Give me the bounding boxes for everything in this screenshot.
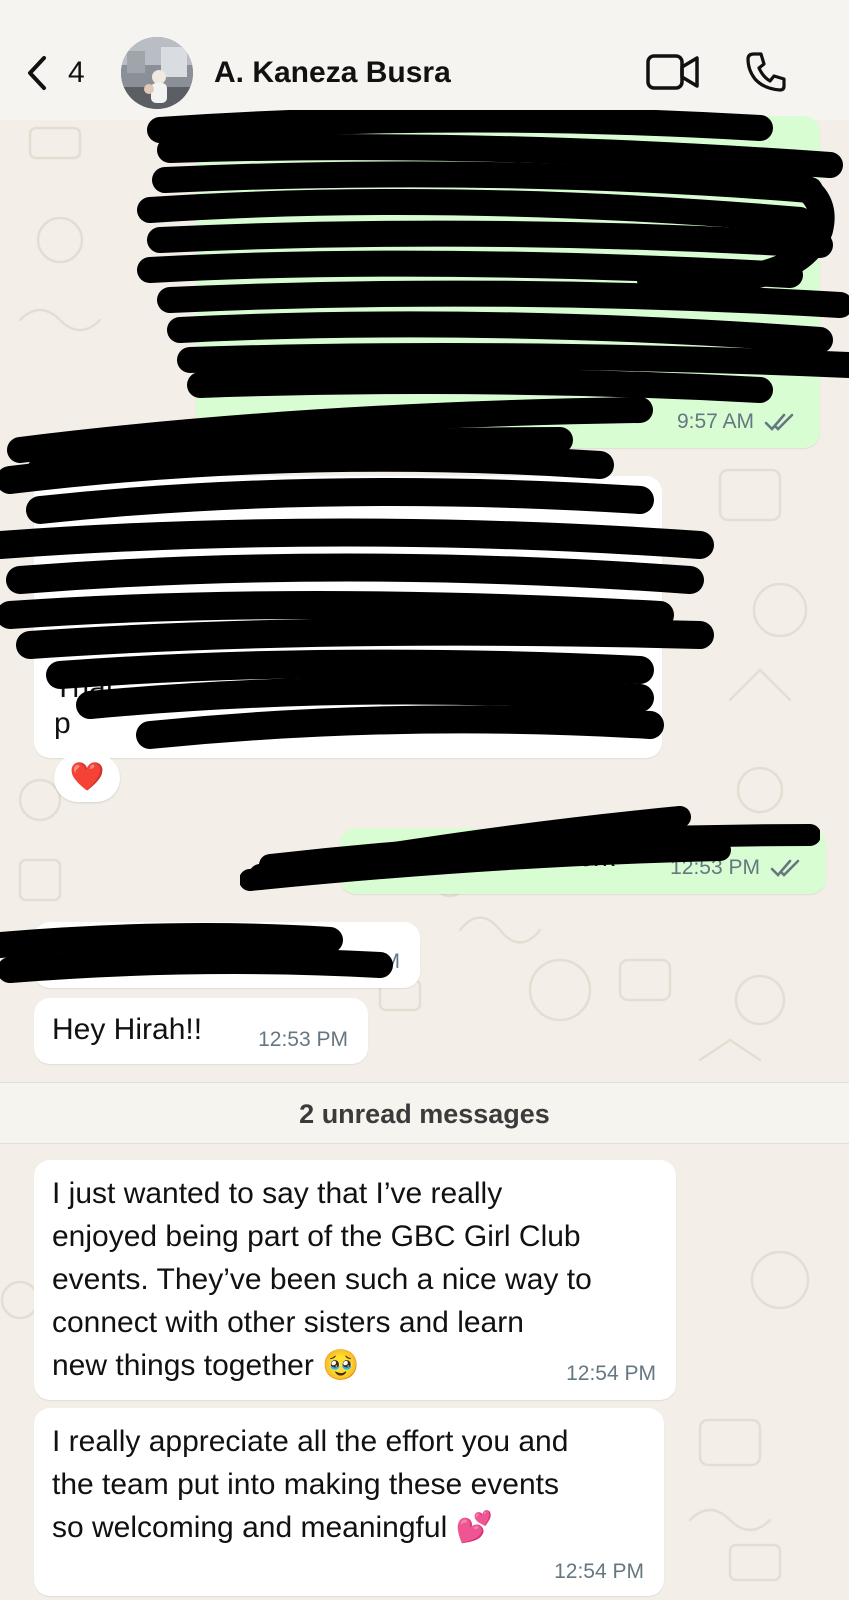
contact-name[interactable]: A. Kaneza Busra	[214, 56, 451, 90]
message-bubble-incoming[interactable]: I just wanted to say that I’ve really en…	[34, 1160, 676, 1400]
message-text: I really appreciate all the effort you a…	[52, 1425, 569, 1544]
chat-header: 4 A. Kaneza Busra	[0, 0, 849, 120]
unread-messages-label: 2 unread messages	[299, 1099, 550, 1129]
message-bubble-incoming[interactable]: I really appreciate all the effort you a…	[34, 1408, 664, 1596]
redaction-scribble	[0, 443, 714, 749]
message-time: 12:54 PM	[566, 1362, 656, 1385]
message-time: 12:53 PM	[258, 1028, 348, 1051]
video-camera-icon[interactable]	[645, 52, 701, 92]
phone-icon[interactable]	[744, 50, 788, 94]
redaction-scribble	[240, 806, 820, 891]
message-time: 12:54 PM	[554, 1560, 644, 1583]
message-bubble-incoming[interactable]: Hey Hirah!! 12:53 PM	[34, 998, 368, 1064]
redaction-scribble	[7, 110, 849, 480]
unread-messages-banner: 2 unread messages	[0, 1082, 849, 1144]
heart-icon: ❤️	[69, 761, 105, 792]
message-text: I just wanted to say that I’ve really en…	[52, 1177, 592, 1382]
unread-chats-count[interactable]: 4	[68, 56, 85, 90]
heart-reaction[interactable]: ❤️	[54, 754, 120, 802]
message-text: Hey Hirah!!	[52, 1013, 203, 1046]
redaction-scribble	[0, 923, 393, 983]
avatar[interactable]	[121, 37, 193, 109]
chevron-left-icon[interactable]	[22, 52, 52, 94]
